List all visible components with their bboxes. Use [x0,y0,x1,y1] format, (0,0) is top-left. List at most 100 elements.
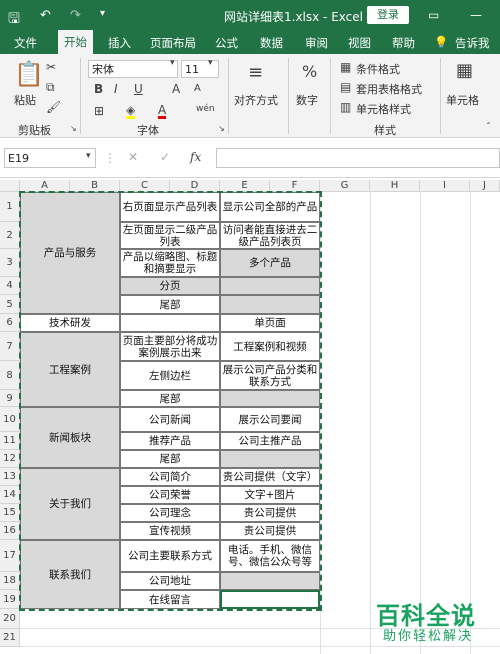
row-header[interactable]: 19 [0,590,20,609]
more-icon: ⋮ [104,151,116,165]
cells-button[interactable]: 单元格 [446,92,479,108]
row-header[interactable]: 7 [0,332,20,361]
row-header[interactable]: 9 [0,390,20,407]
row-header[interactable]: 5 [0,295,20,314]
ribbon: 📋 粘贴 ✂ ⧉ 🖌 剪贴板 ↘ 宋体 11 ▾ ▾ B I U A A ⊞ ◈… [0,54,500,138]
tab-view[interactable]: 视图 [348,35,371,51]
divider [288,58,289,134]
worksheet-grid[interactable]: A B C D E F G H I J 1 2 3 4 5 6 7 8 9 10… [0,180,500,654]
row-header[interactable]: 4 [0,277,20,295]
cut-icon[interactable]: ✂ [46,60,56,74]
row-header[interactable]: 13 [0,468,20,486]
tab-help[interactable]: 帮助 [392,35,415,51]
conditional-format-button[interactable]: 条件格式 [356,61,400,77]
row-header[interactable]: 2 [0,222,20,249]
window-title: 网站详细表1.xlsx - Excel [224,10,363,24]
column-header-g[interactable]: G [320,180,370,192]
ribbon-tabs: 文件 开始 插入 页面布局 公式 数据 审阅 视图 帮助 💡 告诉我 [0,30,500,54]
row-header[interactable]: 14 [0,486,20,504]
percent-icon[interactable]: % [302,62,317,81]
conditional-format-icon: ▦ [340,60,352,74]
row-header[interactable]: 21 [0,629,20,647]
chevron-down-icon[interactable]: ▾ [208,58,213,68]
number-button[interactable]: 数字 [296,92,318,108]
name-box[interactable]: E19 [4,148,96,168]
tab-page-layout[interactable]: 页面布局 [150,35,196,51]
select-all-corner[interactable] [0,180,20,192]
ribbon-display-icon[interactable]: ▭ [428,8,439,22]
grow-font-icon[interactable]: A [172,82,180,96]
gridline [470,192,471,654]
redo-icon[interactable]: ↷ [70,8,81,23]
lightbulb-icon: 💡 [434,35,449,49]
row-header[interactable]: 16 [0,522,20,540]
divider [440,58,441,134]
cancel-icon[interactable]: ✕ [128,150,138,164]
row-header[interactable]: 11 [0,432,20,450]
row-header[interactable]: 8 [0,361,20,390]
fill-color-icon[interactable]: ◈ [126,104,136,119]
column-header-h[interactable]: H [370,180,420,192]
tab-formulas[interactable]: 公式 [215,35,238,51]
tab-data[interactable]: 数据 [260,35,283,51]
cell-styles-button[interactable]: 单元格样式 [356,101,411,117]
dialog-launcher-icon[interactable]: ↘ [70,124,77,133]
formula-bar: E19 ▾ ⋮ ✕ ✓ fx [0,138,500,178]
quick-access-menu-icon[interactable]: ▾ [100,8,105,19]
font-size-select[interactable]: 11 [181,60,219,78]
minimize-icon[interactable]: — [470,8,482,22]
enter-icon[interactable]: ✓ [160,150,170,164]
row-header[interactable]: 1 [0,192,20,222]
gridline [20,646,500,647]
phonetic-icon[interactable]: wén [196,104,215,114]
underline-icon[interactable]: U [134,82,143,96]
tab-tell-me[interactable]: 告诉我 [455,35,490,51]
row-header[interactable]: 17 [0,540,20,572]
copy-selection-border [19,191,322,611]
styles-group-label: 样式 [374,124,396,137]
insert-function-icon[interactable]: fx [190,150,201,164]
format-painter-icon[interactable]: 🖌 [46,100,61,114]
formula-input[interactable] [216,148,500,168]
border-icon[interactable]: ⊞ [94,104,104,118]
chevron-down-icon[interactable]: ▾ [170,58,175,68]
paste-icon[interactable]: 📋 [14,60,44,88]
row-header[interactable]: 3 [0,249,20,277]
watermark-slogan: 助你轻松解决 [383,629,474,644]
tab-file[interactable]: 文件 [14,35,37,51]
row-header[interactable]: 10 [0,407,20,432]
row-header[interactable]: 20 [0,609,20,629]
row-header[interactable]: 15 [0,504,20,522]
gridline [420,192,421,654]
italic-icon[interactable]: I [114,82,118,96]
row-header[interactable]: 18 [0,572,20,590]
row-header[interactable]: 12 [0,450,20,468]
undo-icon[interactable]: ↶ [40,8,51,23]
divider [330,58,331,134]
dialog-launcher-icon[interactable]: ↘ [218,124,225,133]
tab-home[interactable]: 开始 [58,30,93,54]
shrink-font-icon[interactable]: A [194,83,201,94]
collapse-ribbon-icon[interactable]: ˆ [486,122,491,133]
divider [228,58,229,134]
tab-review[interactable]: 审阅 [305,35,328,51]
alignment-button[interactable]: 对齐方式 [234,92,278,108]
copy-icon[interactable]: ⧉ [46,80,55,95]
column-header-i[interactable]: I [420,180,470,192]
row-header[interactable]: 6 [0,314,20,332]
column-header-j[interactable]: J [470,180,500,192]
paste-button[interactable]: 粘贴 [14,92,36,108]
cells-icon[interactable]: ▦ [456,60,473,81]
tab-insert[interactable]: 插入 [108,35,131,51]
save-icon[interactable]: 🖫 [8,8,20,32]
login-button[interactable]: 登录 [367,6,409,24]
font-name-select[interactable]: 宋体 [88,60,178,78]
chevron-down-icon[interactable]: ▾ [86,151,91,161]
font-color-icon[interactable]: A [158,104,167,119]
bold-icon[interactable]: B [94,82,103,96]
title-bar: 🖫 ↶ ↷ ▾ 网站详细表1.xlsx - Excel 登录 ▭ — [0,0,500,30]
format-as-table-button[interactable]: 套用表格格式 [356,81,422,97]
alignment-icon[interactable]: ≡ [248,62,263,83]
clipboard-group-label: 剪贴板 [18,124,51,137]
divider [80,58,81,134]
